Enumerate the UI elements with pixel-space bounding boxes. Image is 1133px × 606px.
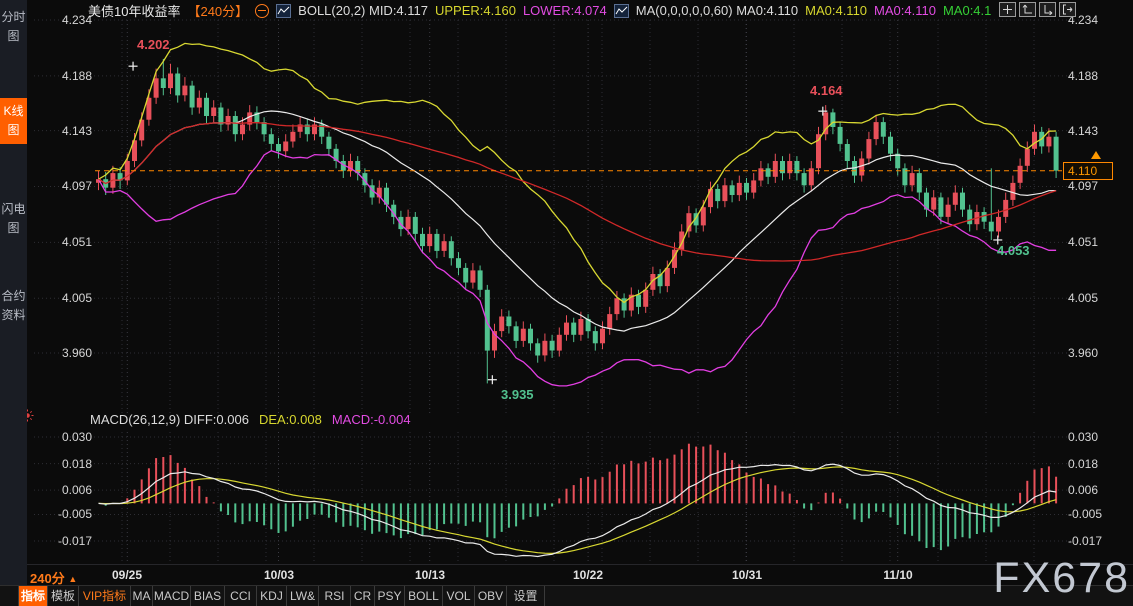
x-axis-date-label: 09/25	[112, 568, 142, 582]
chevron-up-icon: ▲	[68, 574, 77, 584]
toolbar-tab-VOL[interactable]: VOL	[443, 586, 475, 606]
y-axis-scale-icon[interactable]	[1019, 2, 1036, 17]
price-annotation: 4.164	[810, 83, 843, 98]
sidebar-item-time-chart[interactable]: 分时图	[0, 4, 27, 50]
watermark: FX678	[993, 554, 1130, 603]
sidebar-item-kline-chart[interactable]: K线图	[0, 98, 27, 144]
y-axis-label-left: 4.188	[36, 69, 92, 83]
toolbar-tab-MA[interactable]: MA	[131, 586, 153, 606]
price-annotation: 4.202	[137, 37, 170, 52]
toolbar-tab-CCI[interactable]: CCI	[225, 586, 257, 606]
y-axis-label-right: 4.051	[1068, 235, 1128, 249]
sidebar-item-contract-info[interactable]: 合约资料	[0, 283, 27, 329]
macd-header: MACD(26,12,9) DIFF:0.006 DEA:0.008 MACD:…	[90, 412, 411, 427]
x-axis-scale-icon[interactable]	[1039, 2, 1056, 17]
period-text: 240分	[30, 571, 65, 586]
y-axis-label-right: 4.097	[1068, 179, 1128, 193]
x-axis-date-label: 10/22	[573, 568, 603, 582]
boll-lower-label: LOWER:4.074	[523, 3, 607, 18]
macd-axis-label-right: 0.018	[1068, 457, 1128, 471]
y-axis-label-left: 4.143	[36, 124, 92, 138]
ma-indicator-icon[interactable]	[614, 4, 629, 18]
chart-tool-icons	[999, 2, 1076, 17]
x-axis-date-label: 11/10	[883, 568, 912, 582]
toolbar-tab-tab0[interactable]: 指标	[18, 586, 48, 606]
toolbar-tab-VIP[interactable]: VIP指标	[79, 586, 131, 606]
ma-magenta-label: MA0:4.110	[874, 3, 936, 18]
ma-yellow-label: MA0:4.110	[805, 3, 867, 18]
toolbar-tab-BIAS[interactable]: BIAS	[191, 586, 225, 606]
macd-axis-label-left: 0.018	[36, 457, 92, 471]
y-axis-label-left: 4.051	[36, 235, 92, 249]
y-axis-label-left: 4.005	[36, 291, 92, 305]
toolbar-tab-tab15[interactable]: 设置	[507, 586, 545, 606]
macd-axis-label-left: 0.030	[36, 430, 92, 444]
boll-upper-label: UPPER:4.160	[435, 3, 516, 18]
crosshair-icon[interactable]	[999, 2, 1016, 17]
y-axis-label-right: 4.188	[1068, 69, 1128, 83]
macd-axis-label-right: 0.006	[1068, 483, 1128, 497]
macd-axis-label-right: 0.030	[1068, 430, 1128, 444]
ma-white-label: MA(0,0,0,0,0,60) MA0:4.110	[636, 3, 798, 18]
toolbar-tab-LW[interactable]: LW&	[287, 586, 319, 606]
exit-fullscreen-icon[interactable]	[1059, 2, 1076, 17]
price-annotation: 3.935	[501, 387, 534, 402]
left-sidebar: 分时图 K线图 闪电图 合约资料	[0, 0, 27, 585]
y-axis-label-right: 4.143	[1068, 124, 1128, 138]
instrument-title: 美债10年收益率	[88, 1, 180, 20]
macd-value-label: MACD:-0.004	[332, 412, 411, 427]
toolbar-tab-tab1[interactable]: 模板	[48, 586, 79, 606]
toolbar-tab-PSY[interactable]: PSY	[375, 586, 405, 606]
chart-canvas[interactable]	[0, 0, 1133, 606]
toolbar-tab-KDJ[interactable]: KDJ	[257, 586, 287, 606]
x-axis-date-label: 10/31	[732, 568, 762, 582]
macd-dea-label: DEA:0.008	[259, 412, 322, 427]
macd-axis-label-left: 0.006	[36, 483, 92, 497]
sidebar-item-lightning-chart[interactable]: 闪电图	[0, 196, 27, 242]
y-axis-label-left: 4.097	[36, 179, 92, 193]
toolbar-tab-BOLL[interactable]: BOLL	[405, 586, 443, 606]
trading-app-window: 分时图 K线图 闪电图 合约资料 美债10年收益率 【240分】 BOLL(20…	[0, 0, 1133, 606]
price-up-arrow-icon	[1091, 151, 1101, 159]
boll-mid-label: BOLL(20,2) MID:4.117	[298, 3, 428, 18]
y-axis-label-right: 4.234	[1068, 13, 1128, 27]
indicator-toolbar: 指标模板VIP指标MAMACDBIASCCIKDJLW&RSICRPSYBOLL…	[0, 585, 1133, 606]
y-axis-label-left: 3.960	[36, 346, 92, 360]
macd-axis-label-right: -0.005	[1068, 507, 1128, 521]
current-price-box: 4.110	[1063, 162, 1113, 180]
collapse-icon[interactable]	[255, 4, 269, 18]
macd-axis-label-left: -0.017	[36, 534, 92, 548]
y-axis-label-right: 4.005	[1068, 291, 1128, 305]
x-axis-date-label: 10/13	[415, 568, 445, 582]
macd-diff-label: MACD(26,12,9) DIFF:0.006	[90, 412, 249, 427]
y-axis-label-right: 3.960	[1068, 346, 1128, 360]
x-axis-date-label: 10/03	[264, 568, 294, 582]
price-annotation: 4.053	[997, 243, 1030, 258]
toolbar-tab-CR[interactable]: CR	[351, 586, 375, 606]
macd-axis-label-left: -0.005	[36, 507, 92, 521]
toolbar-tab-OBV[interactable]: OBV	[475, 586, 507, 606]
y-axis-label-left: 4.234	[36, 13, 92, 27]
boll-indicator-icon[interactable]	[276, 4, 291, 18]
ma-green-label: MA0:4.1	[943, 3, 991, 18]
toolbar-tab-RSI[interactable]: RSI	[319, 586, 351, 606]
toolbar-tab-MACD[interactable]: MACD	[153, 586, 191, 606]
period-badge[interactable]: 【240分】	[187, 1, 248, 20]
chart-header: 美债10年收益率 【240分】 BOLL(20,2) MID:4.117 UPP…	[88, 2, 991, 19]
macd-axis-label-right: -0.017	[1068, 534, 1128, 548]
